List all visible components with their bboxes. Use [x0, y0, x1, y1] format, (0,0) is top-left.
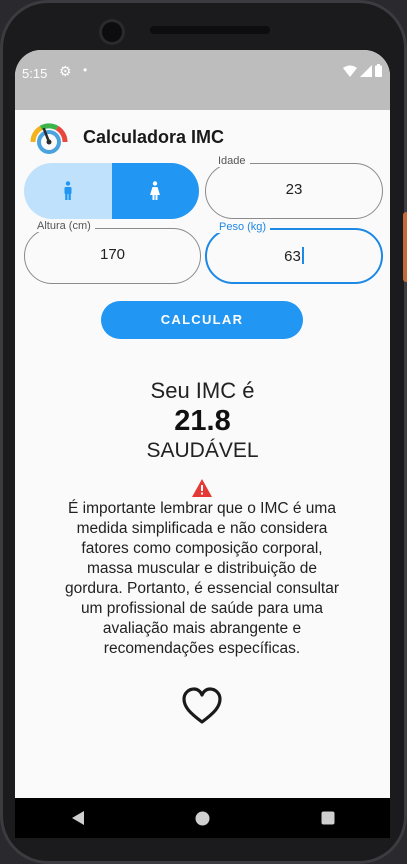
female-icon	[150, 181, 161, 200]
altura-field[interactable]: Altura (cm) 170	[24, 220, 201, 284]
recents-icon	[321, 811, 334, 825]
imc-status: SAUDÁVEL	[146, 439, 259, 462]
earpiece-speaker	[150, 26, 270, 34]
status-bar: 5:15 ⚙ •	[15, 50, 390, 110]
signal-icon	[360, 64, 372, 77]
male-icon	[64, 181, 72, 200]
app-header: Calculadora IMC	[15, 110, 390, 166]
notification-dot-icon: •	[83, 63, 88, 77]
warning-icon	[192, 479, 212, 497]
back-button[interactable]	[68, 808, 88, 828]
status-time: 5:15	[22, 66, 48, 81]
disclaimer-text: É importante lembrar que o IMC é uma med…	[65, 500, 339, 657]
gender-male-option[interactable]	[24, 163, 112, 219]
battery-icon	[375, 64, 382, 77]
imc-value: 21.8	[174, 405, 231, 437]
idade-field[interactable]: Idade 23	[205, 155, 383, 219]
gender-female-option[interactable]	[111, 163, 199, 219]
status-icons	[343, 64, 382, 77]
calcular-button[interactable]: CALCULAR	[101, 301, 303, 339]
screen: 5:15 ⚙ • Calculadora IMC Idade 23 Altura…	[15, 50, 390, 798]
recents-button[interactable]	[318, 808, 338, 828]
peso-label: Peso (kg)	[215, 221, 271, 233]
idade-value: 23	[285, 181, 303, 198]
wifi-icon	[343, 65, 357, 77]
text-cursor	[301, 247, 304, 264]
phone-frame: 5:15 ⚙ • Calculadora IMC Idade 23 Altura…	[0, 0, 407, 864]
altura-label: Altura (cm)	[33, 220, 95, 232]
peso-field[interactable]: Peso (kg) 63	[205, 221, 383, 284]
app-title: Calculadora IMC	[83, 127, 225, 147]
side-button	[403, 212, 407, 282]
altura-value: 170	[99, 246, 126, 263]
heart-icon[interactable]	[181, 686, 223, 726]
idade-label: Idade	[214, 155, 250, 167]
peso-value: 63	[284, 248, 301, 265]
home-button[interactable]	[193, 808, 213, 828]
settings-icon: ⚙	[59, 63, 72, 79]
back-icon	[71, 811, 84, 825]
home-icon	[195, 811, 210, 825]
app-logo-icon	[30, 123, 68, 154]
front-camera	[102, 22, 122, 42]
peso-value-wrap: 63	[207, 247, 381, 265]
gender-toggle[interactable]	[24, 163, 199, 219]
navigation-bar	[15, 798, 390, 838]
imc-label: Seu IMC é	[150, 378, 255, 403]
